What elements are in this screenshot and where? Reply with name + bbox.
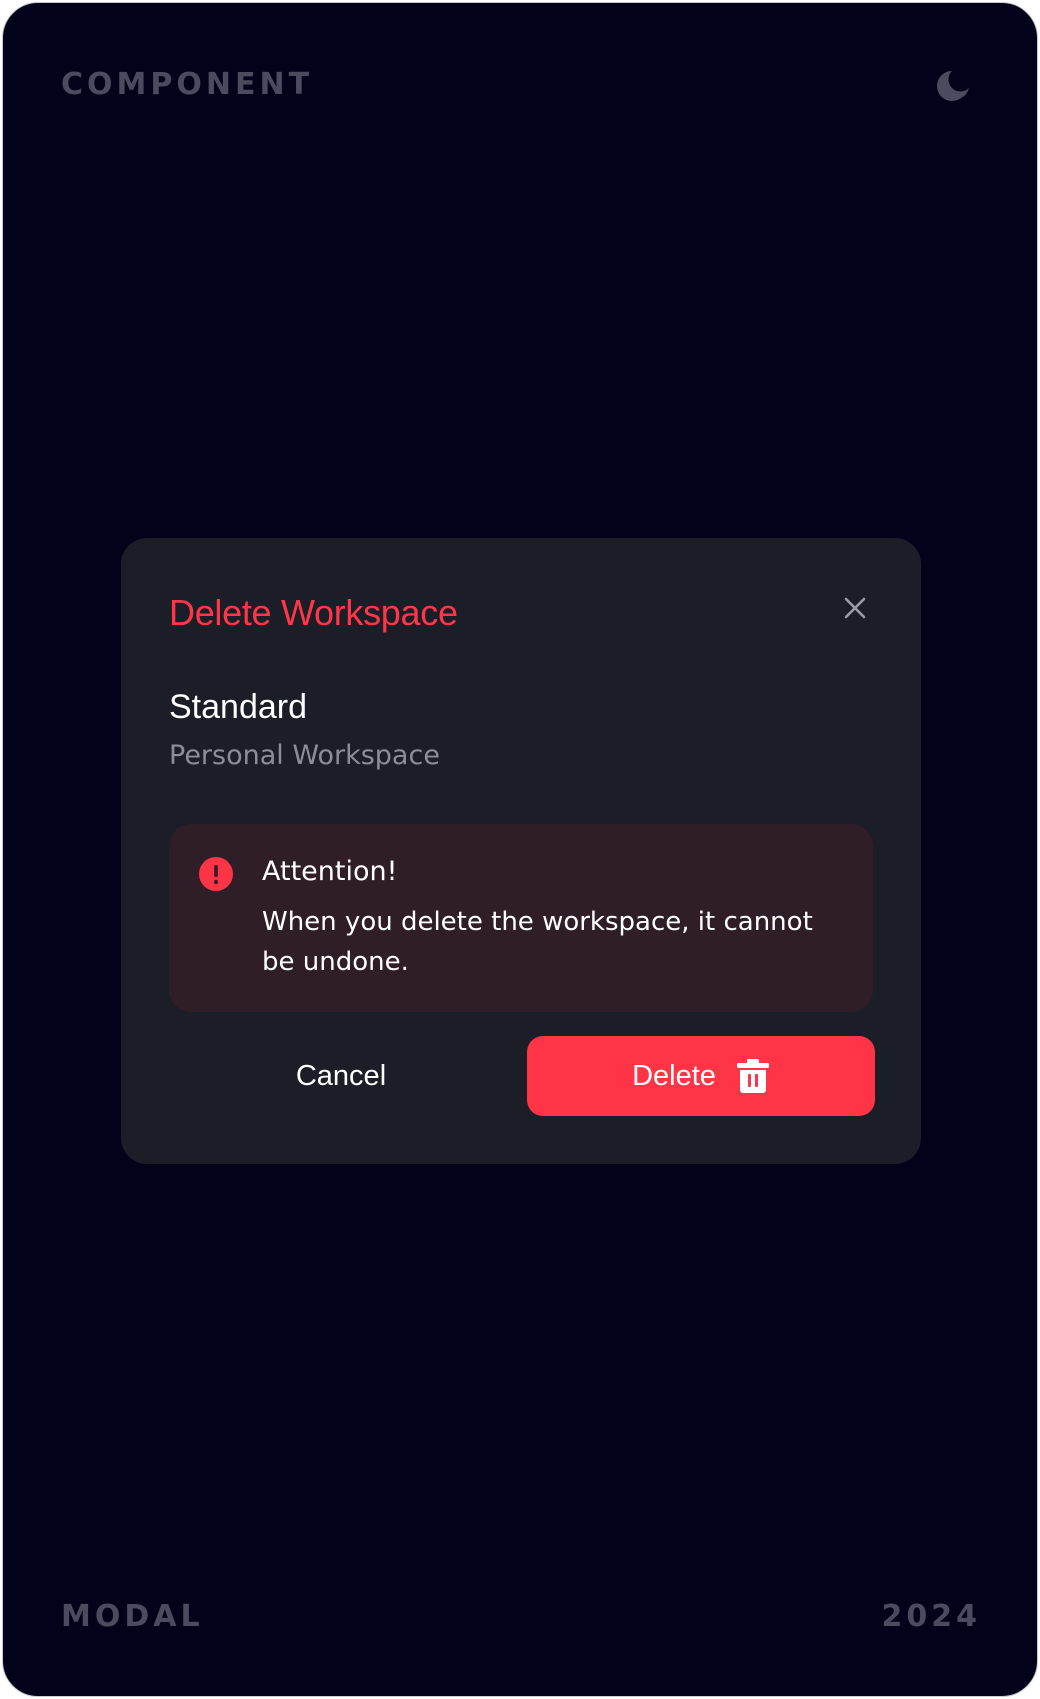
modal-title: Delete Workspace [169, 592, 458, 633]
delete-workspace-modal: Delete Workspace Standard Personal Works… [121, 538, 921, 1164]
delete-button-label: Delete [632, 1059, 716, 1092]
workspace-name: Standard [169, 688, 307, 726]
component-frame: COMPONENT Delete Workspace Standard Pers… [2, 2, 1038, 1697]
alert-message: When you delete the workspace, it cannot… [262, 907, 813, 977]
cancel-button-label: Cancel [295, 1059, 387, 1092]
delete-button[interactable]: Delete [527, 1036, 875, 1116]
close-icon[interactable] [841, 594, 869, 622]
attention-alert: Attention! When you delete the workspace… [169, 824, 873, 1012]
workspace-type: Personal Workspace [169, 740, 440, 771]
component-label: COMPONENT [61, 67, 314, 102]
alert-title: Attention! [262, 856, 398, 887]
modal-label: MODAL [61, 1599, 204, 1634]
year-label: 2024 [881, 1599, 981, 1634]
moon-icon[interactable] [935, 65, 975, 105]
cancel-button[interactable]: Cancel [169, 1036, 513, 1116]
alert-circle-icon [199, 857, 233, 891]
trash-icon [736, 1058, 770, 1094]
